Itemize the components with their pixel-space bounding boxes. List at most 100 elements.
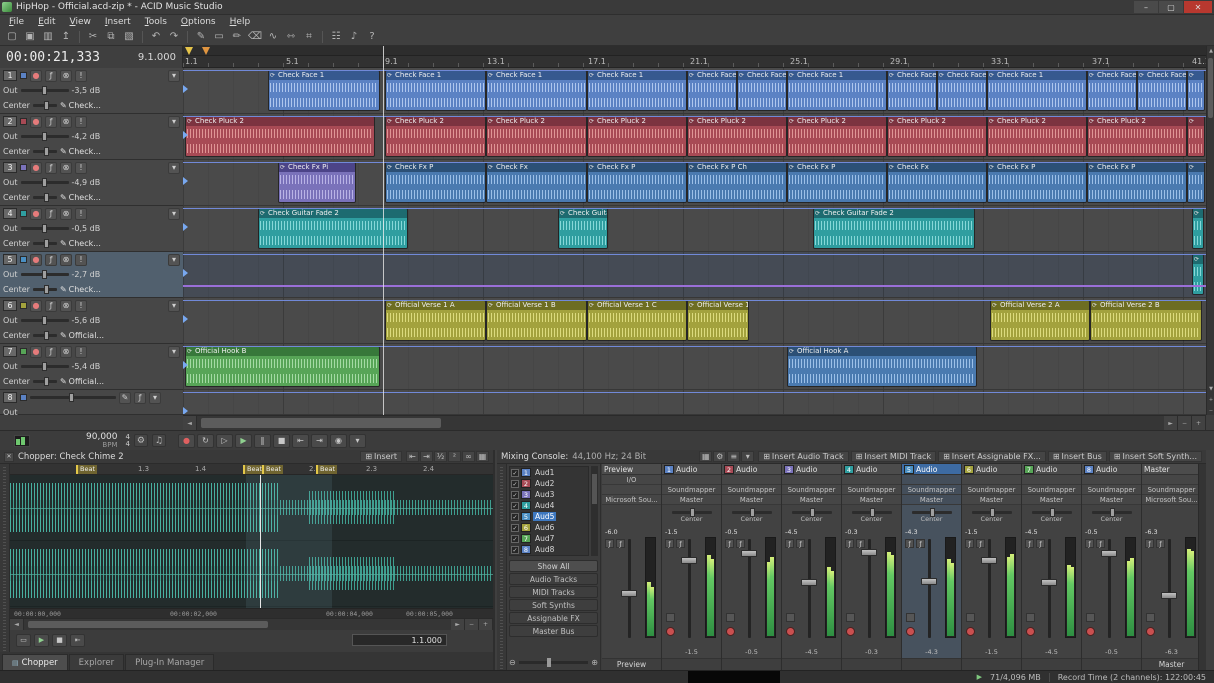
record-arm-button[interactable]: [726, 627, 735, 636]
slider-handle[interactable]: [44, 239, 49, 248]
mixer-strip-audio8[interactable]: 8AudioSoundmapperMasterCenter-0.5ƒƒ-0.5: [1082, 464, 1142, 670]
fx-icon[interactable]: ƒ: [605, 539, 614, 548]
mixer-dropdown-icon[interactable]: ▾: [741, 451, 754, 462]
timeline-lane[interactable]: Check Face 1Check Face 1Check Face 1Chec…: [183, 68, 1206, 114]
slider-handle[interactable]: [547, 658, 551, 667]
audio-clip[interactable]: Check Fx P: [385, 162, 486, 203]
checkbox[interactable]: ✓: [511, 524, 519, 532]
chopper-scrollbar[interactable]: ◄►−+: [10, 618, 493, 630]
input-monitor-button[interactable]: [906, 613, 915, 622]
input-monitor-button[interactable]: [1026, 613, 1035, 622]
record-arm-button[interactable]: [966, 627, 975, 636]
mixer-track-row[interactable]: ✓1Aud1: [510, 467, 588, 478]
checkbox[interactable]: ✓: [511, 546, 519, 554]
redo-icon[interactable]: ↷: [166, 29, 182, 44]
timeline-lane[interactable]: Check Pluck 2Check Pluck 2Check Pluck 2C…: [183, 114, 1206, 160]
scroll-thumb[interactable]: [592, 474, 597, 504]
record-into-button[interactable]: ◉: [330, 434, 347, 448]
metronome-toolbar-icon[interactable]: ♪: [346, 29, 362, 44]
audio-clip[interactable]: Official Verse 1 A: [385, 300, 486, 341]
mute-icon[interactable]: ⊗: [60, 70, 72, 82]
record-arm-button[interactable]: [786, 627, 795, 636]
audio-clip[interactable]: [1187, 116, 1205, 157]
mixer-track-row[interactable]: ✓6Aud6: [510, 522, 588, 533]
record-button[interactable]: ●: [178, 434, 195, 448]
track-fx-icon[interactable]: ƒ: [45, 300, 57, 312]
mixer-grid-icon[interactable]: ▦: [699, 451, 712, 462]
publish-icon[interactable]: ↥: [58, 29, 74, 44]
zoom-out-button[interactable]: −: [465, 619, 479, 630]
time-selection-icon[interactable]: ⇿: [283, 29, 299, 44]
whats-this-icon[interactable]: ?: [364, 29, 380, 44]
pan-slider[interactable]: [972, 511, 1012, 514]
input-monitor-button[interactable]: [846, 613, 855, 622]
track-name[interactable]: ✎Official...: [60, 331, 104, 340]
mixer-track-row[interactable]: ✓2Aud2: [510, 478, 588, 489]
menu-item-insert[interactable]: Insert: [98, 17, 138, 27]
scroll-thumb[interactable]: [1208, 58, 1213, 118]
track-dropdown-icon[interactable]: ▾: [149, 392, 161, 404]
zoom-out-icon[interactable]: ⊖: [509, 658, 516, 667]
track-fx-icon[interactable]: ƒ: [134, 392, 146, 404]
insert-midi-track-button[interactable]: ⊞Insert MIDI Track: [851, 451, 936, 462]
audio-clip[interactable]: Check Pluck 2: [687, 116, 787, 157]
audio-clip[interactable]: Check Face 1: [687, 70, 737, 111]
scroll-right-button[interactable]: ►: [451, 619, 465, 630]
insert-audio-track-button[interactable]: ⊞Insert Audio Track: [758, 451, 848, 462]
insert-bus-button[interactable]: ⊞Insert Bus: [1048, 451, 1107, 462]
timeline-lane[interactable]: [183, 390, 1206, 415]
scroll-left-button[interactable]: ◄: [10, 619, 24, 630]
mixer-strip-audio4[interactable]: 4AudioSoundmapperMasterCenter-0.3ƒƒ-0.3: [842, 464, 902, 670]
minimize-button[interactable]: –: [1134, 1, 1158, 13]
chopper-position-field[interactable]: 1.1.000: [352, 634, 447, 646]
audio-clip[interactable]: [1192, 208, 1204, 249]
beat-marker-flag[interactable]: Beat: [262, 465, 283, 474]
track-pan-slider[interactable]: [33, 150, 57, 153]
fader-handle[interactable]: [681, 557, 697, 564]
audio-clip[interactable]: Official Verse 1 D: [687, 300, 749, 341]
play-button[interactable]: ▶: [235, 434, 252, 448]
audio-clip[interactable]: Check Fx P Ch: [687, 162, 787, 203]
record-arm-icon[interactable]: ●: [30, 116, 42, 128]
tempo-display[interactable]: 90,000 BPM: [86, 433, 118, 449]
audio-clip[interactable]: Official Verse 1 B: [486, 300, 587, 341]
timeline-ruler[interactable]: 1.15.19.113.117.121.125.129.133.137.141.…: [183, 56, 1206, 68]
time-position[interactable]: 00:00:21,333: [6, 50, 100, 65]
fx-icon[interactable]: ƒ: [976, 539, 985, 548]
audio-clip[interactable]: Official Hook B: [185, 346, 380, 387]
slider-handle[interactable]: [870, 508, 875, 517]
timeline-lane[interactable]: Check Guitar Fade 2Check GuitaCheck Guit…: [183, 206, 1206, 252]
audio-clip[interactable]: Check Guita: [558, 208, 608, 249]
audio-clip[interactable]: Check Pluck 2: [887, 116, 987, 157]
scroll-up-button[interactable]: ▲: [1207, 46, 1214, 55]
mute-icon[interactable]: ⊗: [60, 208, 72, 220]
track-name[interactable]: ✎Check...: [60, 285, 101, 294]
chopper-shift-right-icon[interactable]: ⇥: [420, 451, 433, 462]
volume-envelope[interactable]: [183, 392, 1206, 393]
fx-icon[interactable]: ƒ: [736, 539, 745, 548]
chopper-rewind-button[interactable]: ⇤: [70, 634, 85, 647]
mixer-drag-handle[interactable]: [497, 464, 507, 670]
audio-clip[interactable]: [1192, 254, 1204, 295]
chopper-link-icon[interactable]: ∞: [462, 451, 475, 462]
fader-handle[interactable]: [861, 549, 877, 556]
track-volume-slider[interactable]: [21, 365, 69, 368]
track-dropdown-icon[interactable]: ▾: [168, 300, 180, 312]
checkbox[interactable]: ✓: [511, 513, 519, 521]
record-arm-button[interactable]: [906, 627, 915, 636]
pan-slider[interactable]: [912, 511, 952, 514]
track-dropdown-icon[interactable]: ▾: [168, 162, 180, 174]
solo-icon[interactable]: !: [75, 116, 87, 128]
fx-icon[interactable]: ƒ: [916, 539, 925, 548]
track-header[interactable]: 2●ƒ⊗!▾Out-4,2 dBCenter✎Check...: [0, 114, 183, 160]
volume-envelope[interactable]: [183, 162, 1206, 163]
strip-title[interactable]: 7Audio: [1022, 464, 1081, 475]
solo-icon[interactable]: !: [75, 254, 87, 266]
track-fx-icon[interactable]: ƒ: [45, 70, 57, 82]
audio-clip[interactable]: Check Pluck 2: [385, 116, 486, 157]
filter-assignable-fx[interactable]: Assignable FX: [509, 612, 598, 624]
fx-icon[interactable]: ƒ: [1156, 539, 1165, 548]
maximize-button[interactable]: ▢: [1159, 1, 1183, 13]
track-header[interactable]: 4●ƒ⊗!▾Out-0,5 dBCenter✎Check...: [0, 206, 183, 252]
timeline-lanes[interactable]: Check Face 1Check Face 1Check Face 1Chec…: [183, 68, 1206, 415]
